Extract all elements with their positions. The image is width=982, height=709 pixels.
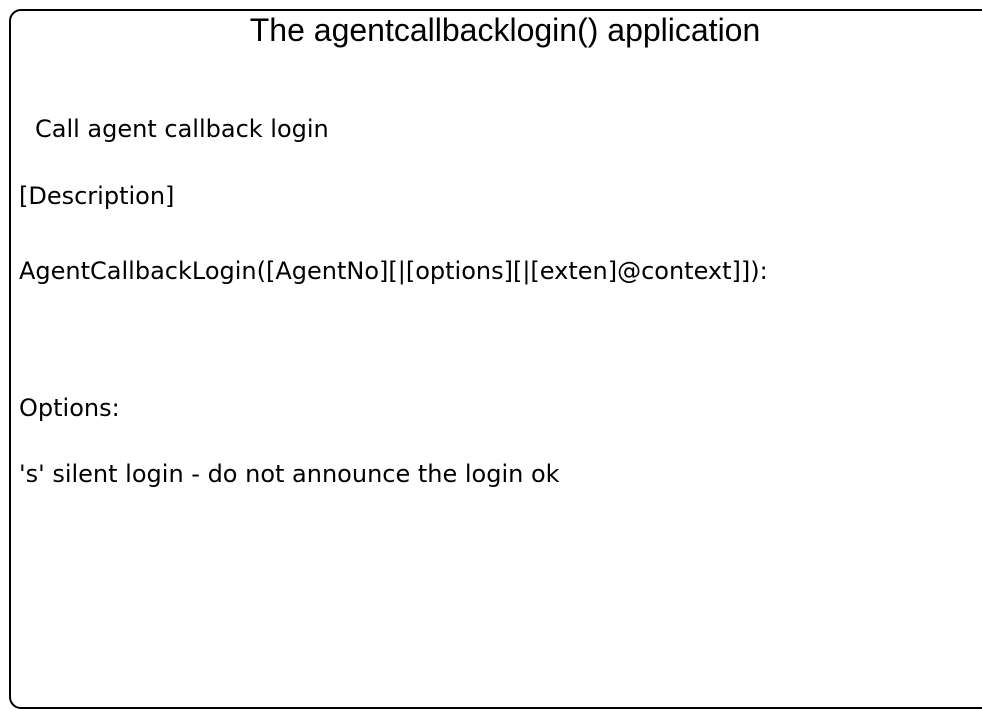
syntax-text: AgentCallbackLogin([AgentNo][|[options][… <box>19 257 768 285</box>
option-s-text: 's' silent login - do not announce the l… <box>19 460 560 488</box>
summary-text: Call agent callback login <box>35 115 329 143</box>
options-heading: Options: <box>19 394 120 422</box>
description-heading: [Description] <box>19 182 175 210</box>
page-title: The agentcallbacklogin() application <box>249 12 761 48</box>
